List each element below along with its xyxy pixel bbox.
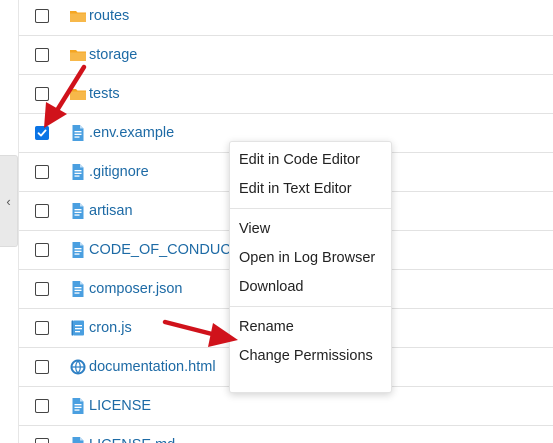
menu-edit-text-editor[interactable]: Edit in Text Editor	[230, 175, 391, 204]
row-checkbox[interactable]	[35, 399, 49, 413]
row-checkbox[interactable]	[35, 8, 49, 23]
file-name-link[interactable]: documentation.html	[89, 358, 216, 376]
text-file-icon	[69, 280, 87, 298]
row-checkbox[interactable]	[35, 243, 49, 257]
row-checkbox[interactable]	[35, 204, 49, 218]
row-checkbox[interactable]	[35, 282, 49, 296]
text-file-icon	[69, 436, 87, 443]
annotation-arrow-icon	[162, 319, 238, 347]
file-name-link[interactable]: tests	[89, 85, 120, 103]
text-file-icon	[69, 397, 87, 415]
file-name-link[interactable]: cron.js	[89, 319, 132, 337]
sidebar-collapse-toggle[interactable]: ‹	[0, 155, 18, 247]
row-checkbox[interactable]	[35, 165, 49, 179]
file-name-link[interactable]: .env.example	[89, 124, 174, 142]
file-name-link[interactable]: LICENSE	[89, 397, 151, 415]
file-name-link[interactable]: LICENSE.md	[89, 436, 175, 443]
file-name-link[interactable]: artisan	[89, 202, 133, 220]
menu-rename[interactable]: Rename	[230, 313, 391, 342]
file-name-link[interactable]: routes	[89, 7, 129, 25]
file-name-link[interactable]: .gitignore	[89, 163, 149, 181]
folder-icon	[69, 7, 87, 25]
row-checkbox[interactable]	[35, 438, 49, 443]
menu-view[interactable]: View	[230, 215, 391, 244]
file-name-link[interactable]: composer.json	[89, 280, 183, 298]
annotation-arrow-icon	[44, 64, 87, 128]
web-file-icon	[69, 358, 87, 376]
text-file-icon	[69, 163, 87, 181]
file-row[interactable]: LICENSE.md	[19, 426, 553, 443]
text-file-icon	[69, 241, 87, 259]
chevron-left-icon: ‹	[6, 193, 11, 209]
file-row[interactable]: tests	[19, 75, 553, 114]
menu-divider	[230, 306, 391, 307]
menu-download[interactable]: Download	[230, 273, 391, 302]
row-checkbox[interactable]	[35, 48, 49, 62]
text-file-icon	[69, 202, 87, 220]
menu-change-permissions[interactable]: Change Permissions	[230, 342, 391, 371]
file-row[interactable]: routes	[19, 0, 553, 36]
row-checkbox[interactable]	[35, 360, 49, 374]
file-name-link[interactable]: storage	[89, 46, 137, 64]
menu-open-log-browser[interactable]: Open in Log Browser	[230, 244, 391, 273]
menu-edit-code-editor[interactable]: Edit in Code Editor	[230, 146, 391, 175]
context-menu: Edit in Code Editor Edit in Text Editor …	[229, 141, 392, 393]
row-checkbox[interactable]	[35, 321, 49, 335]
file-row[interactable]: storage	[19, 36, 553, 75]
script-file-icon	[69, 319, 87, 337]
menu-divider	[230, 208, 391, 209]
